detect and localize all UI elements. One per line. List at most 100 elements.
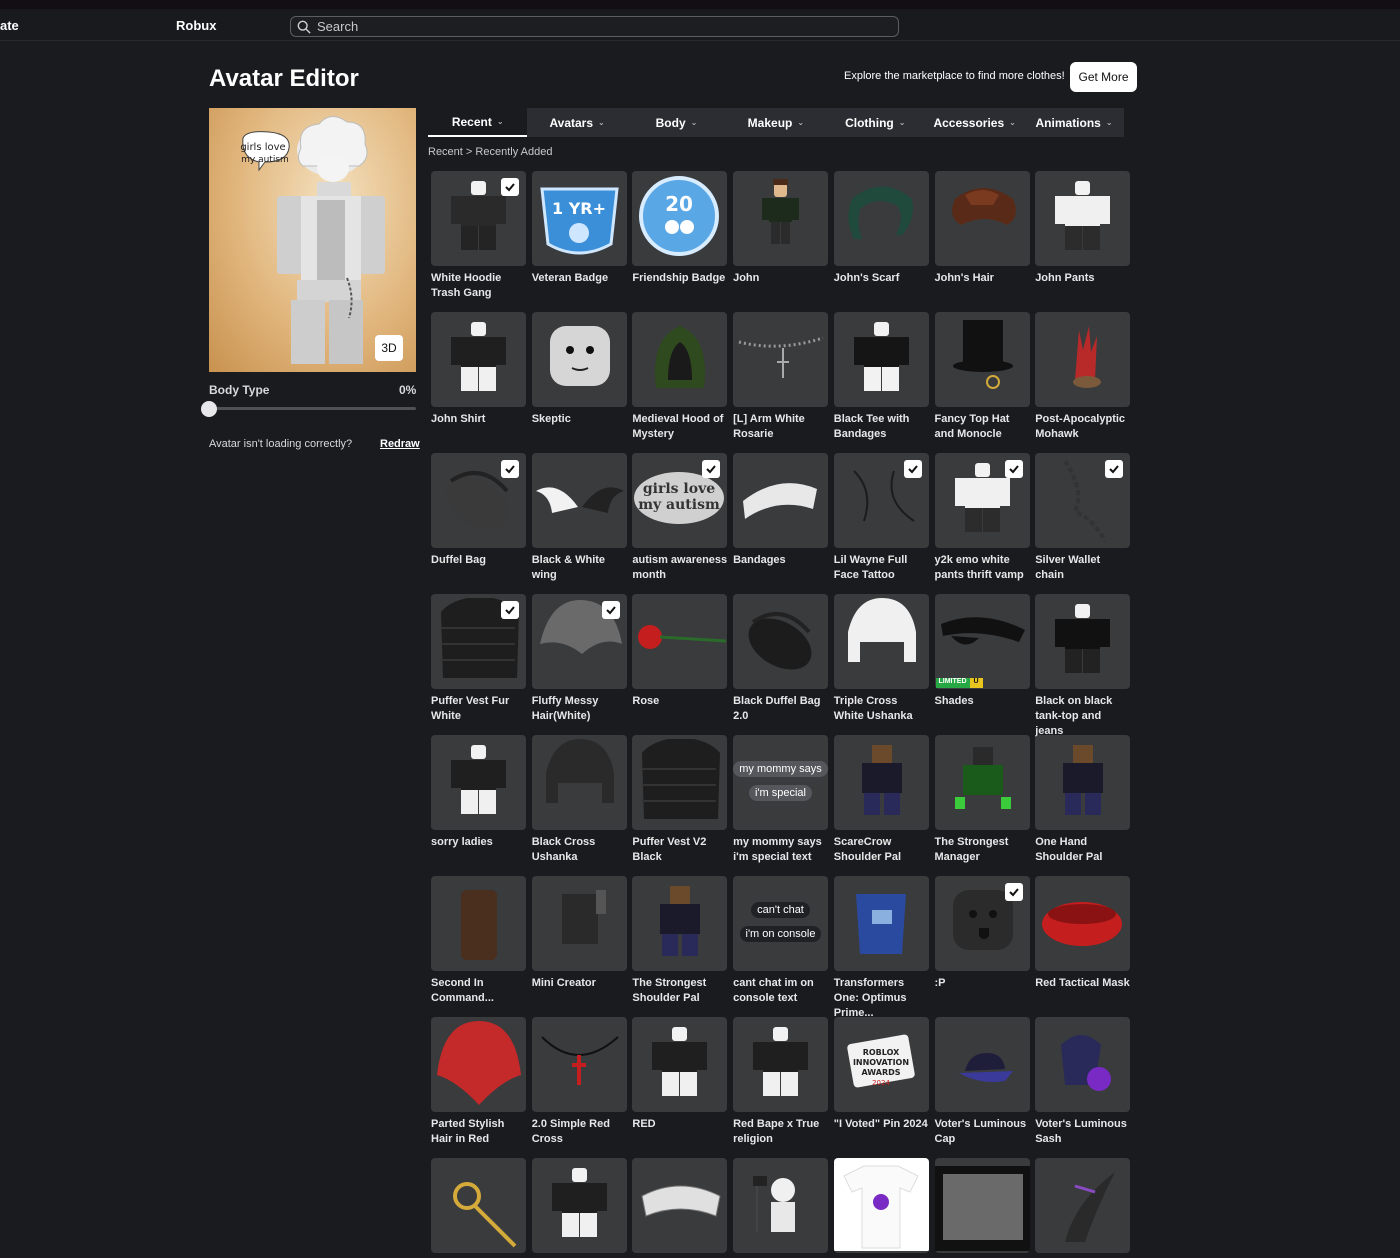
item-thumbnail[interactable]	[1035, 1017, 1131, 1112]
item-thumbnail[interactable]	[833, 735, 929, 830]
item-thumbnail[interactable]	[1035, 1158, 1131, 1253]
item-card[interactable]: girls love my autism autism awareness mont…	[632, 453, 728, 583]
item-thumbnail[interactable]	[1035, 312, 1131, 407]
item-card[interactable]: RED	[632, 1017, 728, 1132]
get-more-button[interactable]: Get More	[1070, 62, 1137, 92]
item-thumbnail[interactable]	[934, 1017, 1030, 1112]
item-thumbnail[interactable]: my mommy says i'm special	[733, 735, 829, 830]
item-card[interactable]: Bandages	[733, 453, 829, 568]
item-card[interactable]: Black Duffel Bag 2.0	[733, 594, 829, 724]
item-card[interactable]: Black Tee with Bandages	[833, 312, 929, 442]
item-thumbnail[interactable]: 1 YR+	[531, 171, 627, 266]
item-thumbnail[interactable]	[733, 312, 829, 407]
item-thumbnail[interactable]	[934, 735, 1030, 830]
item-thumbnail[interactable]	[733, 453, 829, 548]
item-card[interactable]: Puffer Vest Fur White	[431, 594, 526, 724]
item-card[interactable]: Fluffy Messy Hair(White)	[531, 594, 627, 724]
item-thumbnail[interactable]	[733, 594, 829, 689]
tab-clothing[interactable]: Clothing ⌄	[826, 108, 925, 137]
item-card[interactable]	[632, 1158, 728, 1258]
item-card[interactable]: Black on black tank-top and jeans	[1035, 594, 1131, 739]
item-thumbnail[interactable]	[531, 1017, 627, 1112]
item-thumbnail[interactable]	[531, 312, 627, 407]
item-thumbnail[interactable]	[632, 594, 728, 689]
item-thumbnail[interactable]	[431, 1158, 526, 1253]
item-thumbnail[interactable]: girls love my autism	[632, 453, 728, 548]
item-card[interactable]: John Shirt	[431, 312, 526, 427]
tab-body[interactable]: Body ⌄	[627, 108, 726, 137]
avatar-preview[interactable]: girls love my autism 3D	[209, 108, 416, 372]
item-thumbnail[interactable]	[934, 312, 1030, 407]
body-type-slider-handle[interactable]	[201, 401, 217, 417]
item-card[interactable]: 1 YR+ Veteran Badge	[531, 171, 627, 286]
item-thumbnail[interactable]	[632, 876, 728, 971]
checkmark-icon[interactable]	[1004, 883, 1023, 901]
item-thumbnail[interactable]: ROBLOX INNOVATION AWARDS 2024	[833, 1017, 929, 1112]
item-thumbnail[interactable]	[531, 735, 627, 830]
item-thumbnail[interactable]	[632, 312, 728, 407]
item-card[interactable]: Mini Creator	[531, 876, 627, 991]
item-thumbnail[interactable]	[431, 594, 526, 689]
body-type-slider-track[interactable]	[209, 407, 416, 410]
item-thumbnail[interactable]: 20	[632, 171, 728, 266]
search-input[interactable]: Search	[290, 16, 899, 37]
item-thumbnail[interactable]	[833, 594, 929, 689]
item-card[interactable]: [L] Arm White Rosarie	[733, 312, 829, 442]
item-thumbnail[interactable]	[934, 876, 1030, 971]
item-card[interactable]: John's Hair	[934, 171, 1030, 286]
item-card[interactable]: Post-Apocalyptic Mohawk	[1035, 312, 1131, 442]
item-card[interactable]: Red Bape x True religion	[733, 1017, 829, 1147]
item-thumbnail[interactable]	[934, 171, 1030, 266]
nav-link-create[interactable]: ate	[0, 18, 19, 33]
item-card[interactable]: The Strongest Manager	[934, 735, 1030, 865]
item-card[interactable]: Duffel Bag	[431, 453, 526, 568]
item-card[interactable]: Lil Wayne Full Face Tattoo	[833, 453, 929, 583]
item-thumbnail[interactable]	[632, 1017, 728, 1112]
item-card[interactable]	[531, 1158, 627, 1258]
item-card[interactable]: 2.0 Simple Red Cross	[531, 1017, 627, 1147]
item-thumbnail[interactable]	[833, 876, 929, 971]
item-thumbnail[interactable]	[733, 1017, 829, 1112]
item-card[interactable]: Black & White wing	[531, 453, 627, 583]
item-thumbnail[interactable]	[632, 735, 728, 830]
item-card[interactable]: Parted Stylish Hair in Red	[431, 1017, 526, 1147]
item-thumbnail[interactable]	[1035, 594, 1131, 689]
item-card[interactable]: Triple Cross White Ushanka	[833, 594, 929, 724]
item-card[interactable]: ROBLOX INNOVATION AWARDS 2024 "I Voted" Pin …	[833, 1017, 929, 1132]
item-card[interactable]: Voter's Luminous Cap	[934, 1017, 1030, 1147]
toggle-3d-button[interactable]: 3D	[375, 335, 403, 361]
item-thumbnail[interactable]	[934, 453, 1030, 548]
item-thumbnail[interactable]	[431, 735, 526, 830]
item-card[interactable]	[1035, 1158, 1131, 1258]
item-thumbnail[interactable]	[431, 876, 526, 971]
tab-animations[interactable]: Animations ⌄	[1024, 108, 1123, 137]
item-card[interactable]: Black Cross Ushanka	[531, 735, 627, 865]
nav-link-robux[interactable]: Robux	[176, 18, 216, 33]
item-card[interactable]: John Pants	[1035, 171, 1131, 286]
item-card[interactable]: Transformers One: Optimus Prime...	[833, 876, 929, 1021]
item-thumbnail[interactable]	[1035, 876, 1131, 971]
checkmark-icon[interactable]	[501, 601, 519, 619]
item-thumbnail[interactable]	[431, 171, 526, 266]
checkmark-icon[interactable]	[903, 460, 922, 478]
checkmark-icon[interactable]	[1105, 460, 1124, 478]
checkmark-icon[interactable]	[501, 178, 519, 196]
redraw-link[interactable]: Redraw	[380, 438, 420, 450]
tab-accessories[interactable]: Accessories ⌄	[925, 108, 1024, 137]
item-thumbnail[interactable]	[431, 453, 526, 548]
item-thumbnail[interactable]	[1035, 453, 1131, 548]
item-thumbnail[interactable]	[733, 1158, 829, 1253]
item-card[interactable]: :P	[934, 876, 1030, 991]
checkmark-icon[interactable]	[1004, 460, 1023, 478]
item-card[interactable]: sorry ladies	[431, 735, 526, 850]
item-thumbnail[interactable]	[733, 171, 829, 266]
item-card[interactable]: Skeptic	[531, 312, 627, 427]
item-card[interactable]: Silver Wallet chain	[1035, 453, 1131, 583]
item-card[interactable]	[431, 1158, 526, 1258]
item-card[interactable]: John's Scarf	[833, 171, 929, 286]
item-card[interactable]	[934, 1158, 1030, 1258]
item-thumbnail[interactable]	[833, 453, 929, 548]
item-card[interactable]: One Hand Shoulder Pal	[1035, 735, 1131, 865]
item-card[interactable]: 20 Friendship Badge	[632, 171, 728, 286]
item-thumbnail[interactable]	[531, 594, 627, 689]
